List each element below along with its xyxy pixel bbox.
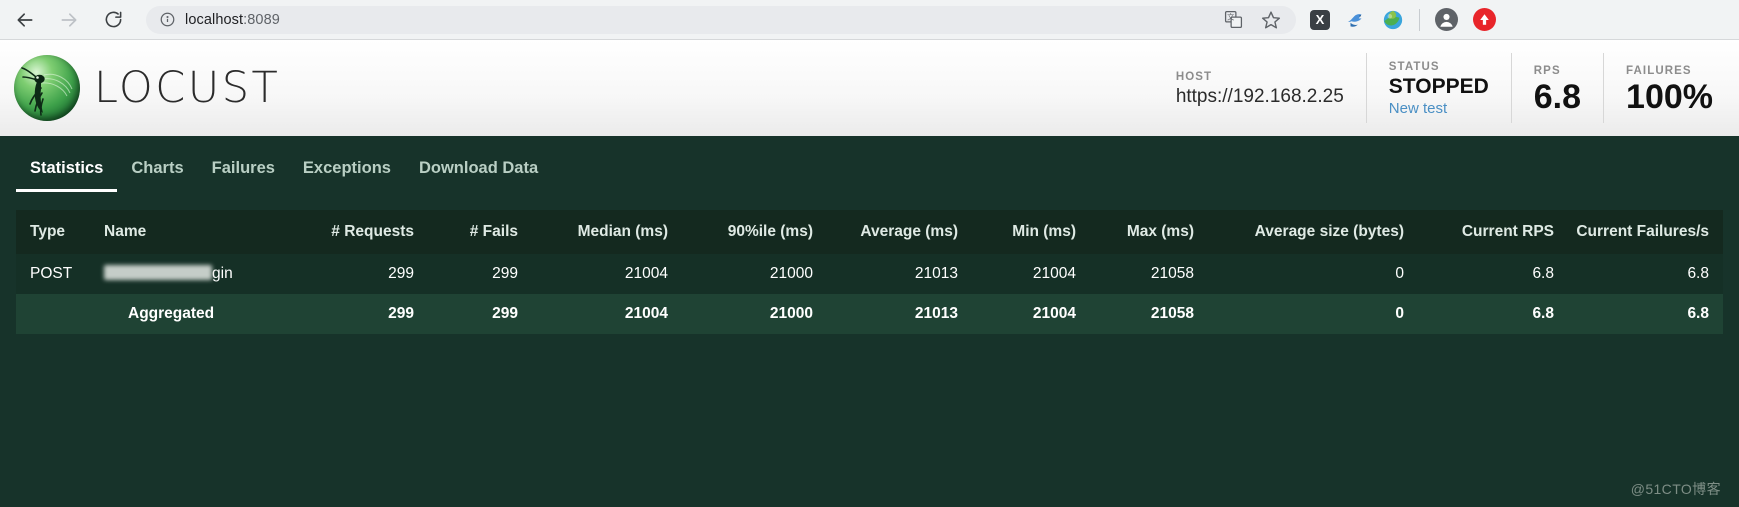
bookmark-star-icon[interactable] [1260, 9, 1282, 31]
cell-current-failures: 6.8 [1568, 294, 1723, 334]
header-stats: HOST https://192.168.2.25 STATUS STOPPED… [1154, 53, 1721, 123]
translate-icon[interactable]: 文 [1222, 9, 1244, 31]
back-arrow-icon[interactable] [14, 9, 36, 31]
tab-statistics[interactable]: Statistics [16, 159, 118, 192]
stat-host-label: HOST [1175, 70, 1213, 83]
col-p90[interactable]: 90%ile (ms) [682, 210, 827, 254]
stat-host: HOST https://192.168.2.25 [1154, 53, 1367, 123]
cell-current-failures: 6.8 [1568, 254, 1723, 294]
cell-fails: 299 [428, 254, 532, 294]
cell-average: 21013 [827, 254, 972, 294]
col-type[interactable]: Type [16, 210, 90, 254]
watermark: @51CTO博客 [1630, 481, 1721, 497]
stat-rps-value: 6.8 [1533, 77, 1582, 116]
cell-median: 21004 [532, 254, 682, 294]
navigation-buttons [14, 9, 124, 31]
col-fails[interactable]: # Fails [428, 210, 532, 254]
svg-text:文: 文 [1227, 13, 1234, 22]
statistics-panel: Type Name # Requests # Fails Median (ms)… [0, 192, 1739, 507]
cell-name: Aggregated [90, 294, 298, 334]
col-min[interactable]: Min (ms) [972, 210, 1090, 254]
redacted-name: gin [104, 265, 233, 283]
address-bar[interactable]: localhost:8089 文 [146, 5, 1296, 34]
forward-arrow-icon[interactable] [58, 9, 80, 31]
x-extension-icon[interactable]: X [1310, 9, 1330, 30]
tab-download-data[interactable]: Download Data [405, 159, 552, 192]
bird-extension-icon[interactable] [1345, 9, 1367, 31]
new-test-link[interactable]: New test [1389, 100, 1489, 117]
stat-failures-value: 100% [1626, 77, 1713, 116]
col-current-failures[interactable]: Current Failures/s [1568, 210, 1723, 254]
col-avg-size[interactable]: Average size (bytes) [1208, 210, 1418, 254]
url-port: :8089 [243, 11, 280, 28]
cell-avg-size: 0 [1208, 294, 1418, 334]
cell-fails: 299 [428, 294, 532, 334]
stat-host-value: https://192.168.2.25 [1175, 85, 1344, 107]
cell-type [16, 294, 90, 334]
cell-current-rps: 6.8 [1418, 254, 1568, 294]
cell-p90: 21000 [682, 254, 827, 294]
stat-status-value: STOPPED [1388, 75, 1489, 99]
cell-max: 21058 [1090, 254, 1208, 294]
cell-avg-size: 0 [1208, 254, 1418, 294]
app-header: LOCUST HOST https://192.168.2.25 STATUS … [0, 40, 1739, 136]
name-suffix: gin [212, 265, 233, 282]
stat-status-label: STATUS [1388, 61, 1440, 74]
stat-failures: FAILURES 100% [1604, 53, 1721, 123]
main-tabs: Statistics Charts Failures Exceptions Do… [0, 136, 1739, 192]
cell-average: 21013 [827, 294, 972, 334]
stat-status: STATUS STOPPED New test [1367, 53, 1512, 123]
brand: LOCUST [14, 55, 280, 121]
tab-exceptions[interactable]: Exceptions [289, 159, 405, 192]
cell-p90: 21000 [682, 294, 827, 334]
profile-avatar-icon[interactable] [1435, 8, 1458, 31]
red-upload-extension-icon[interactable] [1473, 8, 1496, 31]
tab-charts[interactable]: Charts [117, 159, 197, 192]
url-host: localhost [185, 11, 244, 28]
col-average[interactable]: Average (ms) [827, 210, 972, 254]
col-requests[interactable]: # Requests [298, 210, 428, 254]
cell-current-rps: 6.8 [1418, 294, 1568, 334]
cell-min: 21004 [972, 294, 1090, 334]
table-header-row: Type Name # Requests # Fails Median (ms)… [16, 210, 1723, 254]
url-text: localhost:8089 [185, 12, 280, 28]
cell-median: 21004 [532, 294, 682, 334]
globe-extension-icon[interactable] [1382, 9, 1404, 31]
col-name[interactable]: Name [90, 210, 298, 254]
locust-logo-icon [14, 55, 80, 121]
stat-rps: RPS 6.8 [1512, 53, 1605, 123]
brand-name: LOCUST [94, 63, 281, 113]
table-row: POST gin 299 299 21004 21000 21013 21004… [16, 254, 1723, 294]
reload-icon[interactable] [102, 9, 124, 31]
cell-requests: 299 [298, 294, 428, 334]
col-median[interactable]: Median (ms) [532, 210, 682, 254]
cell-min: 21004 [972, 254, 1090, 294]
col-max[interactable]: Max (ms) [1090, 210, 1208, 254]
redaction-blur [104, 265, 212, 280]
stat-rps-label: RPS [1533, 64, 1561, 77]
toolbar-divider [1419, 8, 1420, 31]
tab-failures[interactable]: Failures [198, 159, 289, 192]
cell-type: POST [16, 254, 90, 294]
statistics-table: Type Name # Requests # Fails Median (ms)… [16, 210, 1723, 334]
stat-failures-label: FAILURES [1626, 64, 1692, 77]
cell-requests: 299 [298, 254, 428, 294]
col-current-rps[interactable]: Current RPS [1418, 210, 1568, 254]
extensions-area: X [1306, 8, 1496, 31]
site-info-icon[interactable] [160, 12, 175, 27]
browser-toolbar: localhost:8089 文 X [0, 0, 1739, 40]
cell-name: gin [90, 254, 298, 294]
table-row: Aggregated 299 299 21004 21000 21013 210… [16, 294, 1723, 334]
cell-max: 21058 [1090, 294, 1208, 334]
